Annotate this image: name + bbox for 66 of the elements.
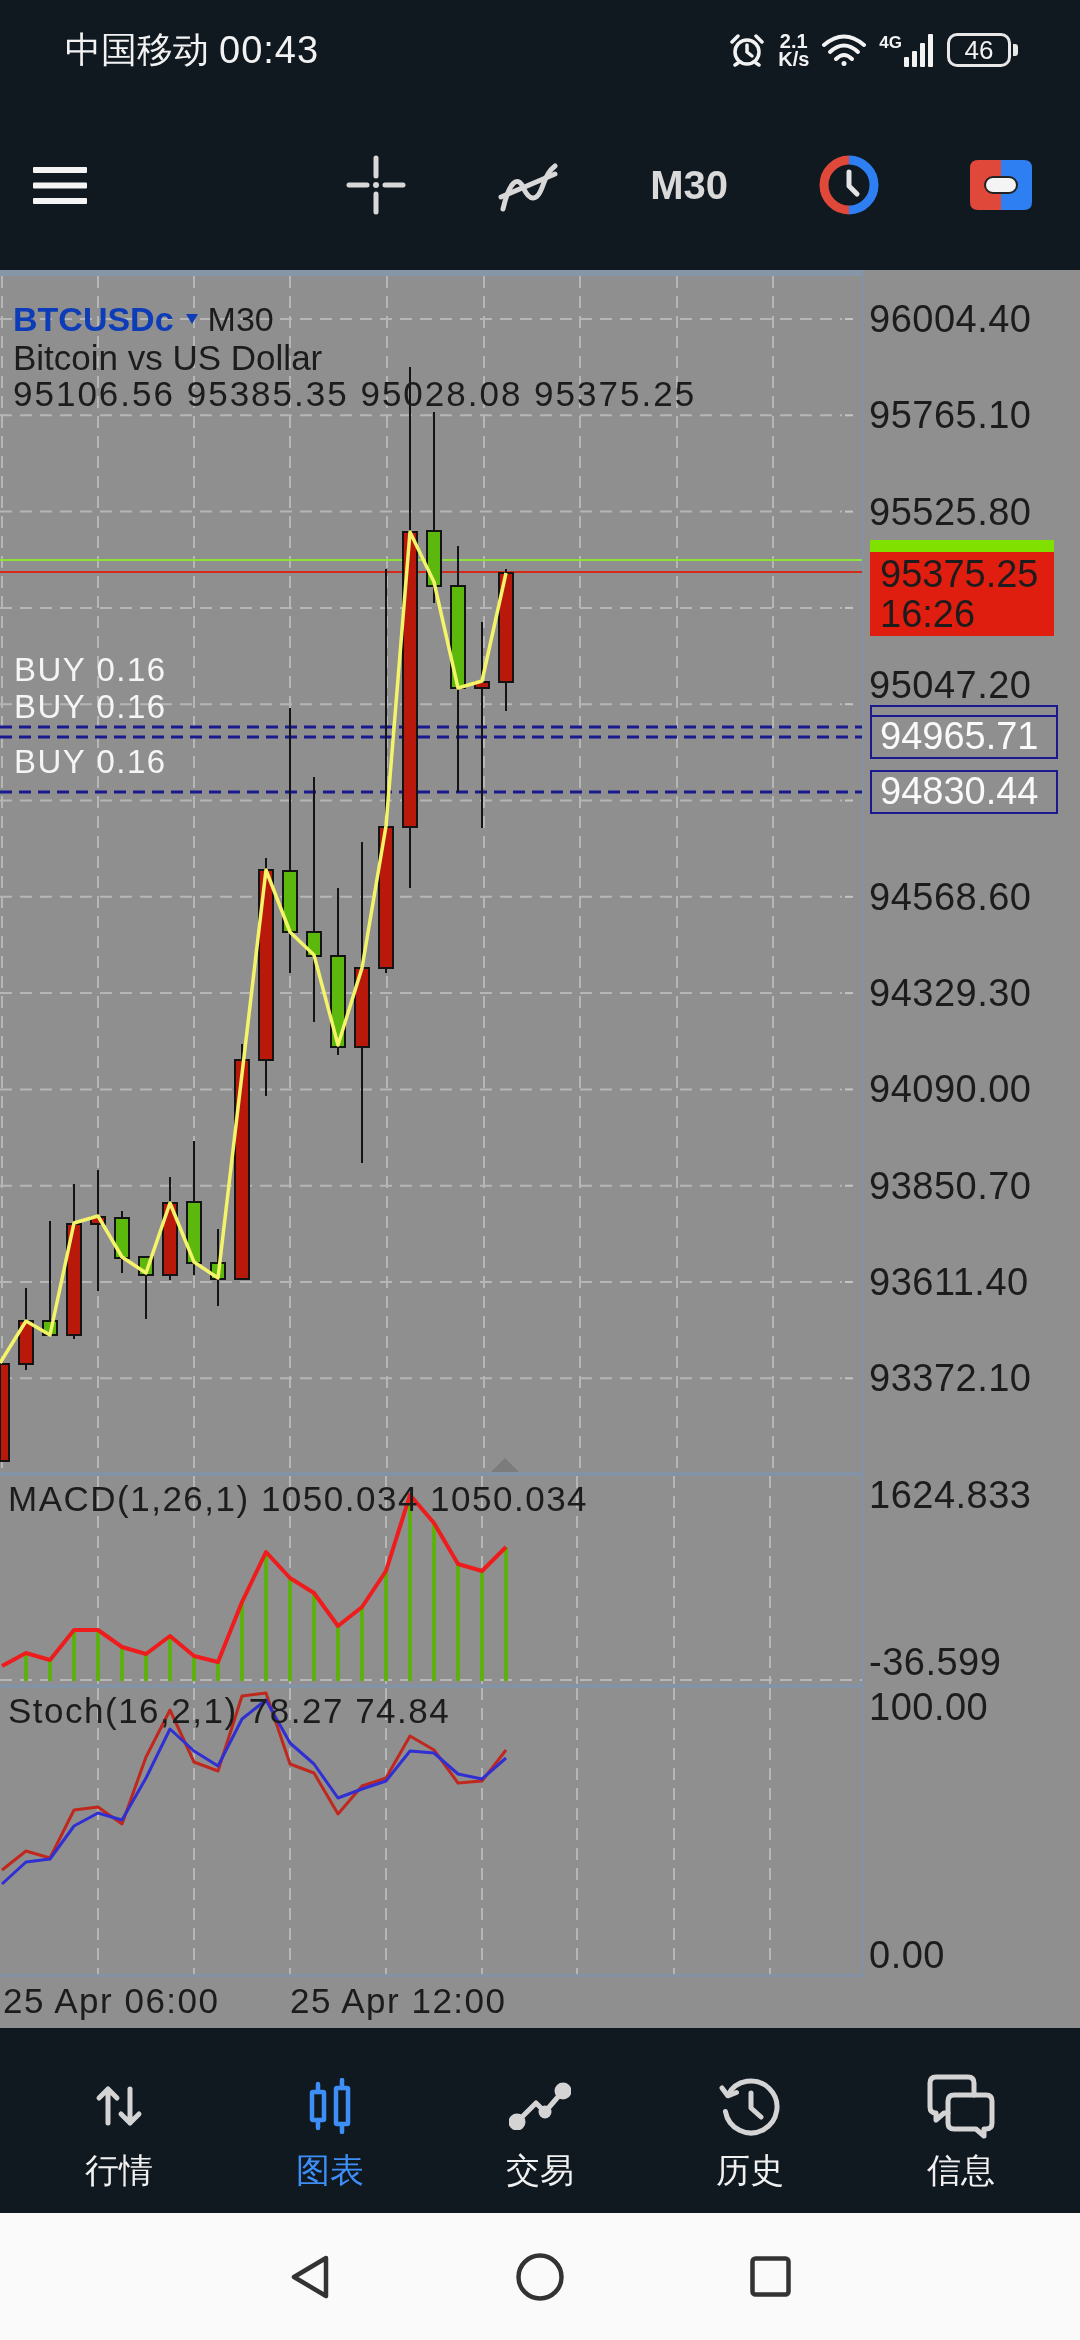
signal-bars-icon: [904, 33, 934, 67]
caret-icon[interactable]: [185, 314, 198, 324]
order-label: BUY 0.16: [14, 652, 167, 688]
speed-value: 2.1: [779, 32, 808, 50]
histogram-bar: [168, 1636, 172, 1681]
order-label: BUY 0.16: [14, 689, 167, 725]
histogram-bar: [72, 1630, 76, 1681]
scale-label: 1624.833: [869, 1476, 1032, 1514]
battery-indicator: 46: [947, 33, 1018, 67]
order-price-tag: 94965.71: [870, 715, 1058, 759]
time-label: 25 Apr 06:00: [3, 1982, 220, 2020]
histogram-bar: [216, 1662, 220, 1681]
price-label: 93850.70: [869, 1166, 1032, 1205]
candle: [138, 1256, 154, 1320]
home-icon[interactable]: [516, 2252, 564, 2301]
price-label: 95525.80: [869, 492, 1032, 531]
histogram-bar: [24, 1653, 28, 1681]
back-icon[interactable]: [289, 2253, 330, 2300]
price-label: 94568.60: [869, 877, 1032, 916]
order-price-tag: 94830.44: [870, 770, 1058, 814]
nav-tab[interactable]: 信息: [855, 2028, 1066, 2213]
arrows-up-down-icon: [95, 2085, 144, 2127]
chat-bubbles-icon: [925, 2072, 996, 2140]
time-label: 25 Apr 12:00: [290, 1982, 507, 2020]
bar-countdown: 16:26: [880, 594, 977, 634]
price-label: 93611.40: [869, 1263, 1029, 1301]
histogram-bar: [48, 1660, 52, 1681]
candle: [114, 1210, 130, 1274]
timeframe-button[interactable]: M30: [650, 163, 728, 207]
crosshair-icon[interactable]: [346, 155, 407, 215]
price-label: 94329.30: [869, 974, 1032, 1013]
recents-icon[interactable]: [750, 2256, 791, 2297]
histogram-bar: [96, 1630, 100, 1681]
histogram-bar: [120, 1647, 124, 1681]
shift-marker-icon[interactable]: [491, 1458, 519, 1472]
period-label: M30: [207, 299, 274, 339]
bid-price: 95375.25: [880, 554, 1040, 594]
macd-title: MACD(1,26,1) 1050.034 1050.034: [8, 1480, 589, 1518]
clock-icon[interactable]: [819, 155, 879, 215]
histogram-bar: [144, 1654, 148, 1681]
network-type: 4G: [879, 33, 902, 51]
menu-icon[interactable]: [33, 166, 87, 204]
nav-tab[interactable]: 行情: [14, 2028, 225, 2213]
nav-tab[interactable]: 交易: [434, 2028, 646, 2213]
scale-label: 100.00: [869, 1688, 989, 1726]
price-label: 94090.00: [869, 1070, 1032, 1109]
history-icon: [719, 2075, 782, 2137]
symbol-description: Bitcoin vs US Dollar: [13, 340, 324, 376]
price-label: 95765.10: [869, 396, 1032, 435]
scale-label: -36.599: [869, 1643, 1002, 1681]
speed-unit: K/s: [778, 50, 810, 68]
alarm-clock-icon: [729, 33, 766, 67]
nav-tab[interactable]: 历史: [645, 2028, 856, 2213]
line-chart-icon: [509, 2082, 571, 2130]
price-label: 93372.10: [869, 1359, 1032, 1398]
toggle-icon[interactable]: [970, 160, 1032, 210]
nav-tab[interactable]: 图表: [224, 2028, 435, 2213]
clock-time: 00:43: [219, 30, 320, 70]
histogram-bar: [192, 1656, 196, 1681]
histogram-bar: [336, 1626, 340, 1681]
scale-label: 0.00: [869, 1936, 945, 1974]
order-label: BUY 0.16: [14, 744, 167, 780]
price-label: 95047.20: [869, 665, 1032, 704]
carrier-name: 中国移动: [65, 30, 209, 70]
wifi-icon: [822, 33, 867, 67]
price-label: 96004.40: [869, 300, 1032, 338]
